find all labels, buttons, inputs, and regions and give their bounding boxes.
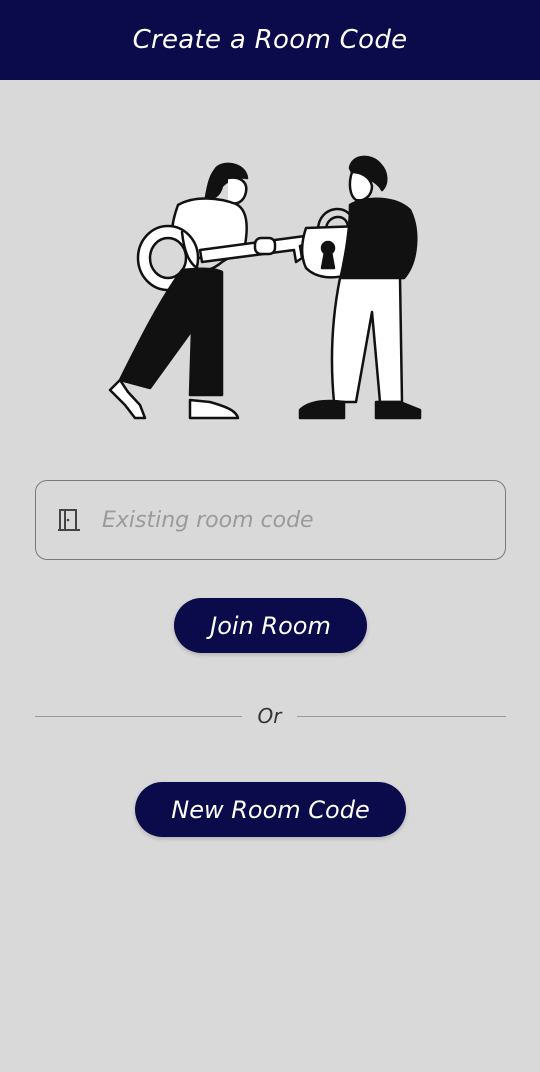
page-title: Create a Room Code xyxy=(132,25,408,55)
join-room-button[interactable]: Join Room xyxy=(174,598,367,653)
door-icon xyxy=(58,509,80,531)
divider-line-left xyxy=(35,716,242,717)
divider-line-right xyxy=(297,716,506,717)
room-code-field[interactable] xyxy=(35,480,506,560)
divider-label: Or xyxy=(257,704,282,728)
new-room-code-button[interactable]: New Room Code xyxy=(135,782,406,837)
app-bar: Create a Room Code xyxy=(0,0,540,80)
room-code-input[interactable] xyxy=(102,507,482,533)
key-lock-illustration xyxy=(108,155,422,420)
